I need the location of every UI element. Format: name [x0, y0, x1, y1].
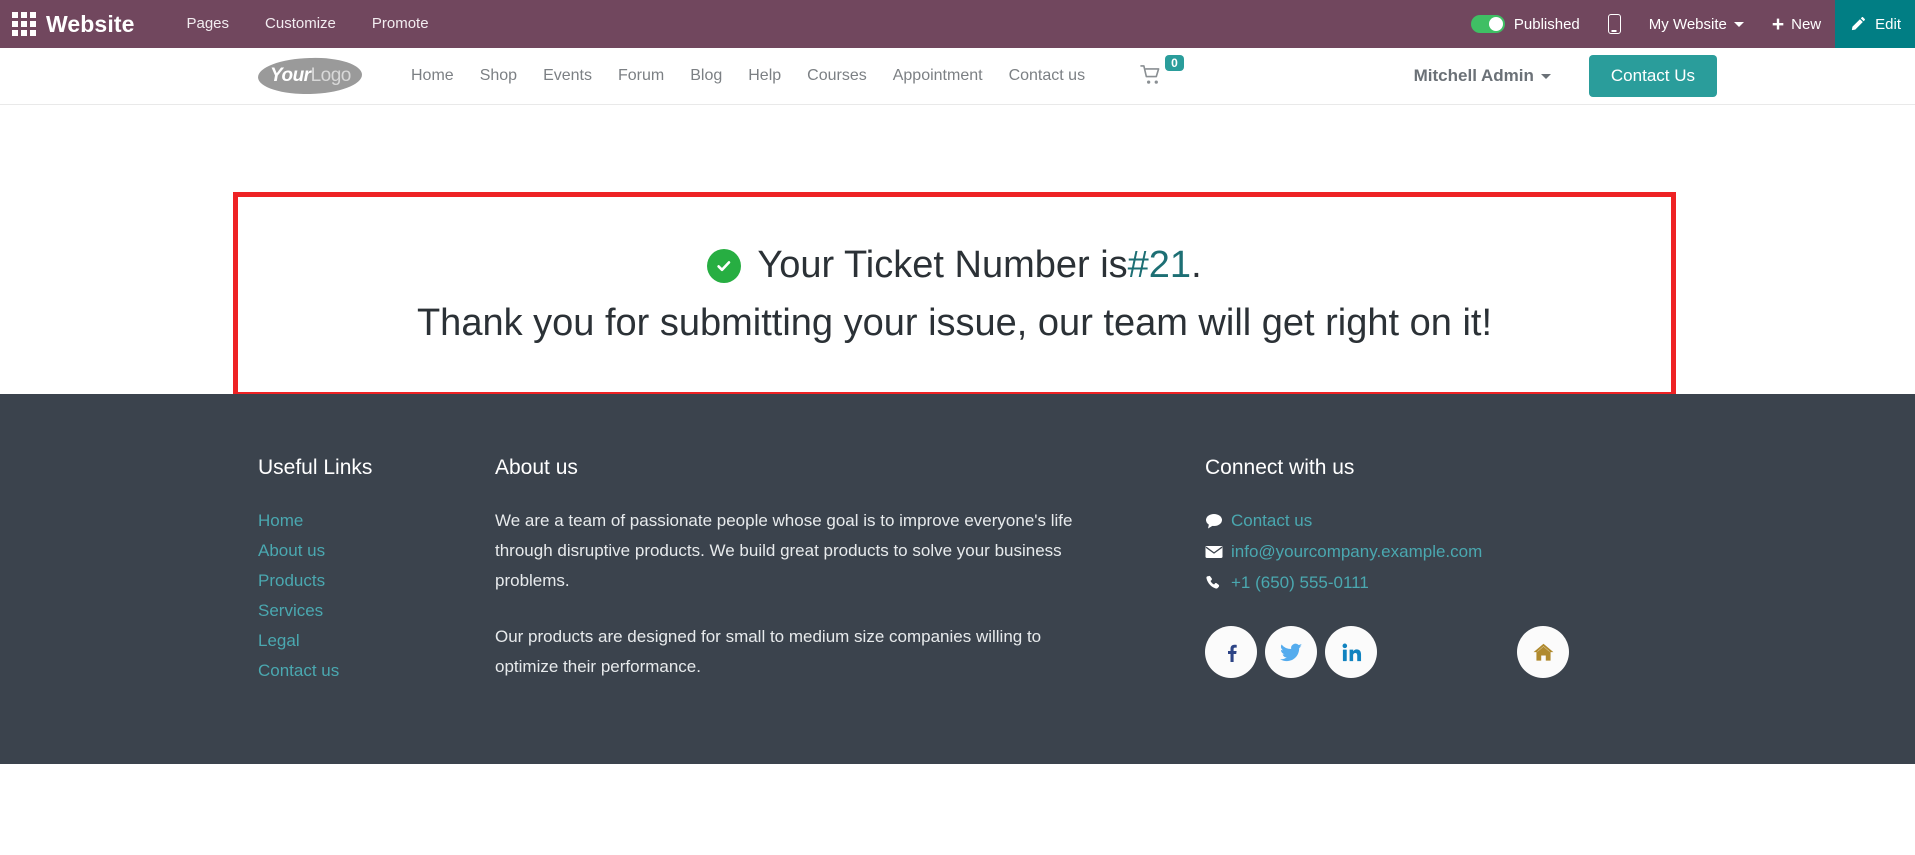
ticket-number-value: #21 — [1127, 243, 1192, 286]
home-icon[interactable] — [1517, 626, 1569, 678]
footer-link-contact-us[interactable]: Contact us — [258, 656, 495, 686]
footer-link-services[interactable]: Services — [258, 596, 495, 626]
footer-link-home[interactable]: Home — [258, 506, 495, 536]
envelope-icon — [1205, 545, 1231, 559]
linkedin-icon[interactable] — [1325, 626, 1377, 678]
about-paragraph-2: Our products are designed for small to m… — [495, 627, 1042, 676]
footer-column-about: About us We are a team of passionate peo… — [495, 456, 1205, 708]
apps-grid-icon[interactable] — [10, 10, 38, 38]
useful-links-title: Useful Links — [258, 456, 373, 479]
nav-item-blog[interactable]: Blog — [677, 67, 735, 85]
toggle-switch-icon[interactable] — [1470, 15, 1505, 33]
website-header: YourLogo Home Shop Events Forum Blog Hel… — [0, 48, 1915, 105]
check-circle-icon — [707, 248, 742, 283]
nav-item-shop[interactable]: Shop — [467, 67, 530, 85]
footer-link-products[interactable]: Products — [258, 566, 495, 596]
twitter-icon[interactable] — [1265, 626, 1317, 678]
main-content: Your Ticket Number is #21. Thank you for… — [0, 105, 1915, 397]
site-selector[interactable]: My Website — [1635, 0, 1758, 48]
site-navigation: Home Shop Events Forum Blog Help Courses… — [398, 67, 1098, 85]
shopping-cart-icon — [1140, 64, 1163, 90]
thank-you-message: Thank you for submitting your issue, our… — [416, 301, 1493, 344]
published-label: Published — [1513, 15, 1580, 33]
about-us-title: About us — [495, 456, 578, 479]
menu-promote[interactable]: Promote — [354, 0, 447, 48]
contact-row-email[interactable]: info@yourcompany.example.com — [1205, 537, 1657, 567]
edit-label: Edit — [1875, 15, 1901, 33]
site-footer: Useful Links Home About us Products Serv… — [0, 394, 1915, 764]
nav-item-forum[interactable]: Forum — [605, 67, 677, 85]
nav-item-contact-us[interactable]: Contact us — [996, 67, 1098, 85]
facebook-icon[interactable] — [1205, 626, 1257, 678]
footer-column-useful-links: Useful Links Home About us Products Serv… — [258, 456, 495, 708]
nav-item-events[interactable]: Events — [530, 67, 605, 85]
editor-topbar-right: Published My Website + New Edit — [1457, 0, 1915, 48]
nav-item-help[interactable]: Help — [735, 67, 794, 85]
user-menu[interactable]: Mitchell Admin — [1414, 66, 1551, 86]
nav-item-home[interactable]: Home — [398, 67, 467, 85]
logo-primary-text: Your — [269, 65, 311, 87]
odoo-editor-topbar: Website Pages Customize Promote Publishe… — [0, 0, 1915, 48]
new-label: New — [1791, 15, 1822, 33]
menu-customize[interactable]: Customize — [247, 0, 354, 48]
cart-button[interactable]: 0 — [1140, 55, 1184, 90]
footer-link-legal[interactable]: Legal — [258, 626, 495, 656]
published-toggle[interactable]: Published — [1457, 0, 1594, 48]
social-links-row — [1205, 626, 1657, 678]
ticket-confirmation-alert: Your Ticket Number is #21. Thank you for… — [233, 192, 1676, 397]
mobile-preview-button[interactable] — [1594, 0, 1635, 48]
ticket-number-line: Your Ticket Number is #21. — [707, 243, 1202, 289]
about-paragraph-1: We are a team of passionate people whose… — [495, 511, 1073, 590]
contact-row-phone[interactable]: +1 (650) 555-0111 — [1205, 568, 1657, 598]
ticket-prefix-text: Your Ticket Number is — [757, 243, 1128, 286]
footer-link-about-us[interactable]: About us — [258, 536, 495, 566]
phone-link[interactable]: +1 (650) 555-0111 — [1231, 568, 1369, 598]
menu-pages[interactable]: Pages — [168, 0, 247, 48]
email-link[interactable]: info@yourcompany.example.com — [1231, 537, 1482, 567]
phone-icon — [1205, 575, 1231, 592]
ticket-suffix-text: . — [1191, 243, 1202, 286]
edit-button[interactable]: Edit — [1835, 0, 1915, 48]
nav-item-appointment[interactable]: Appointment — [880, 67, 996, 85]
logo-secondary-text: Logo — [310, 65, 351, 87]
plus-icon: + — [1771, 12, 1785, 36]
nav-item-courses[interactable]: Courses — [794, 67, 880, 85]
user-name-label: Mitchell Admin — [1413, 66, 1534, 85]
pencil-icon — [1849, 16, 1866, 33]
connect-with-us-title: Connect with us — [1205, 456, 1355, 479]
editor-menubar: Pages Customize Promote — [168, 0, 446, 48]
comment-icon — [1205, 513, 1231, 529]
app-brand-name[interactable]: Website — [46, 11, 134, 38]
footer-column-connect: Connect with us Contact us info@yourcomp… — [1205, 456, 1657, 708]
contact-row-message[interactable]: Contact us — [1205, 506, 1657, 536]
mobile-preview-icon — [1607, 14, 1621, 34]
cart-count-badge: 0 — [1165, 55, 1184, 71]
contact-us-cta-button[interactable]: Contact Us — [1588, 55, 1717, 97]
logo-ellipse-shape: YourLogo — [257, 56, 363, 96]
contact-us-link[interactable]: Contact us — [1231, 506, 1312, 536]
chevron-down-icon — [1733, 21, 1744, 27]
new-button[interactable]: + New — [1758, 0, 1835, 48]
chevron-down-icon — [1540, 73, 1551, 79]
site-logo[interactable]: YourLogo — [257, 56, 363, 96]
site-selector-label: My Website — [1648, 15, 1727, 33]
